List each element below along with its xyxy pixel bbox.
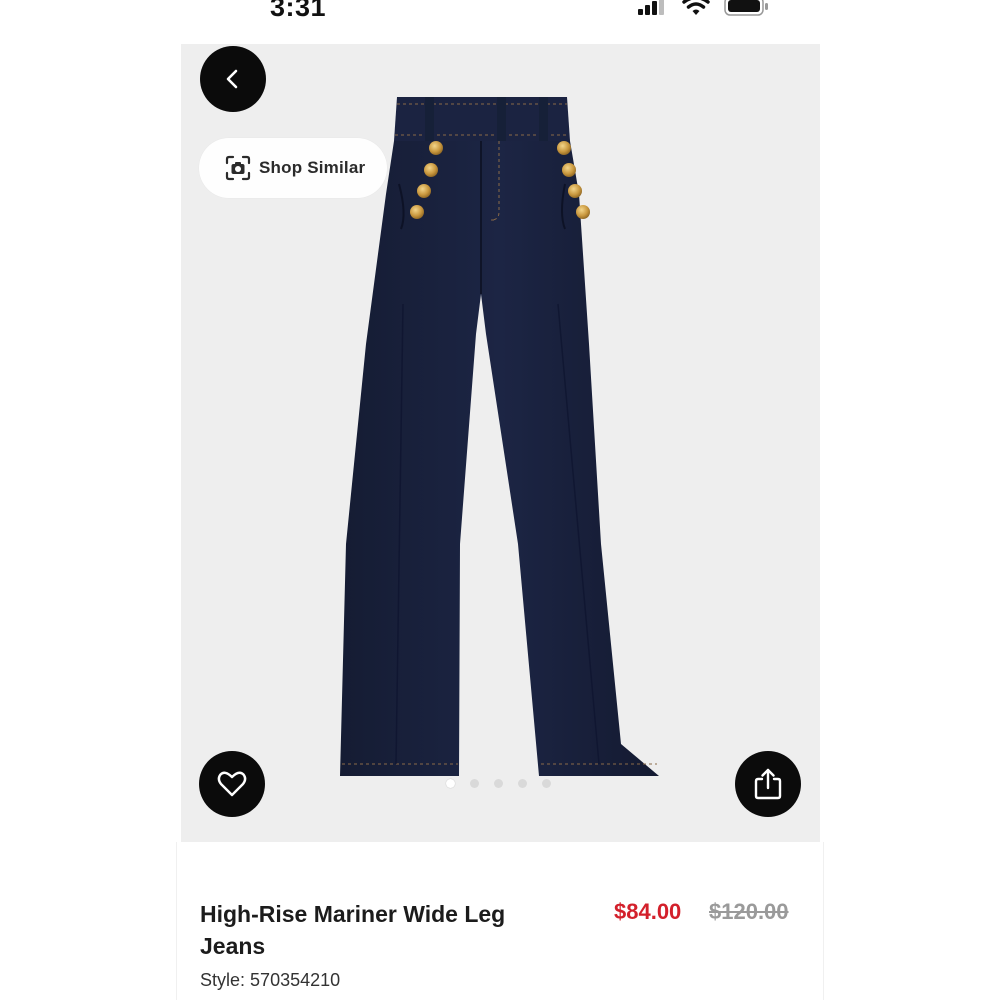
- style-number-line: Style: 570354210: [200, 970, 340, 991]
- pager-dot[interactable]: [446, 779, 455, 788]
- style-label: Style:: [200, 970, 246, 990]
- pager-dot[interactable]: [518, 779, 527, 788]
- camera-scan-icon: [225, 155, 251, 181]
- status-time: 3:31: [270, 0, 327, 22]
- cellular-signal-icon: [638, 0, 664, 15]
- style-number: 570354210: [250, 970, 341, 990]
- wifi-icon: [682, 0, 710, 15]
- like-button[interactable]: [199, 751, 265, 817]
- carousel-pager: [446, 779, 551, 789]
- original-price: $120.00: [709, 899, 789, 924]
- product-title: High-Rise Mariner Wide Leg Jeans: [200, 901, 506, 959]
- status-bar: 3:31: [0, 0, 1000, 40]
- status-icons: [638, 0, 768, 16]
- shop-similar-button[interactable]: Shop Similar: [199, 138, 387, 198]
- left-margin: [0, 44, 176, 1000]
- share-icon: [754, 768, 782, 800]
- heart-icon: [217, 771, 247, 797]
- sale-price: $84.00: [614, 899, 682, 924]
- chevron-left-icon: [226, 69, 238, 89]
- product-detail-screen: 3:31 Shop Similar High-Rise Mariner Wide…: [0, 0, 1000, 1000]
- battery-icon: [724, 0, 768, 16]
- right-margin: [824, 44, 1000, 1000]
- share-button[interactable]: [735, 751, 801, 817]
- shop-similar-label: Shop Similar: [259, 158, 366, 177]
- pager-dot[interactable]: [542, 779, 551, 788]
- pager-dot[interactable]: [494, 779, 503, 788]
- back-button[interactable]: [200, 46, 266, 112]
- pager-dot[interactable]: [470, 779, 479, 788]
